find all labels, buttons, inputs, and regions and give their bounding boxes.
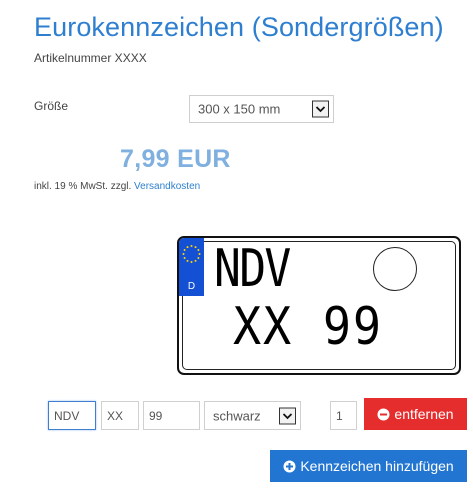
plate-line-2: XX 99 (233, 297, 383, 357)
chevron-down-icon (312, 100, 329, 118)
product-title: Eurokennzeichen (Sondergrößen) (34, 12, 444, 42)
vat-note: inkl. 19 % MwSt. zzgl. Versandkosten (34, 181, 200, 192)
quantity-input[interactable] (330, 401, 357, 430)
shipping-costs-link[interactable]: Versandkosten (134, 181, 200, 192)
plus-circle-icon (283, 460, 296, 472)
price-value: 7,99 EUR (120, 145, 231, 173)
size-select-value: 300 x 150 mm (198, 101, 281, 117)
license-plate-preview: D NDV XX 99 (177, 236, 461, 375)
numbers-input[interactable] (143, 401, 200, 430)
eu-band: D (179, 238, 204, 296)
add-plate-button[interactable]: Kennzeichen hinzufügen (270, 450, 467, 482)
article-number: Artikelnummer XXXX (34, 51, 147, 65)
plate-country-code: D (187, 281, 196, 292)
size-select[interactable]: 300 x 150 mm (189, 95, 334, 123)
size-label: Größe (34, 99, 69, 113)
minus-circle-icon (377, 408, 390, 420)
text-color-value: schwarz (213, 408, 261, 423)
chevron-down-icon (279, 407, 296, 424)
plate-seal-placeholder (373, 247, 417, 291)
add-plate-button-label: Kennzeichen hinzufügen (300, 458, 454, 474)
text-color-select[interactable]: schwarz (204, 401, 301, 430)
remove-button-label: entfernen (394, 406, 454, 422)
letters-input[interactable] (101, 401, 139, 430)
eu-stars-icon (182, 245, 201, 263)
district-code-input[interactable] (48, 401, 96, 430)
vat-text: inkl. 19 % MwSt. zzgl. (34, 181, 132, 192)
plate-line-1: NDV (214, 239, 291, 299)
remove-button[interactable]: entfernen (364, 398, 467, 430)
